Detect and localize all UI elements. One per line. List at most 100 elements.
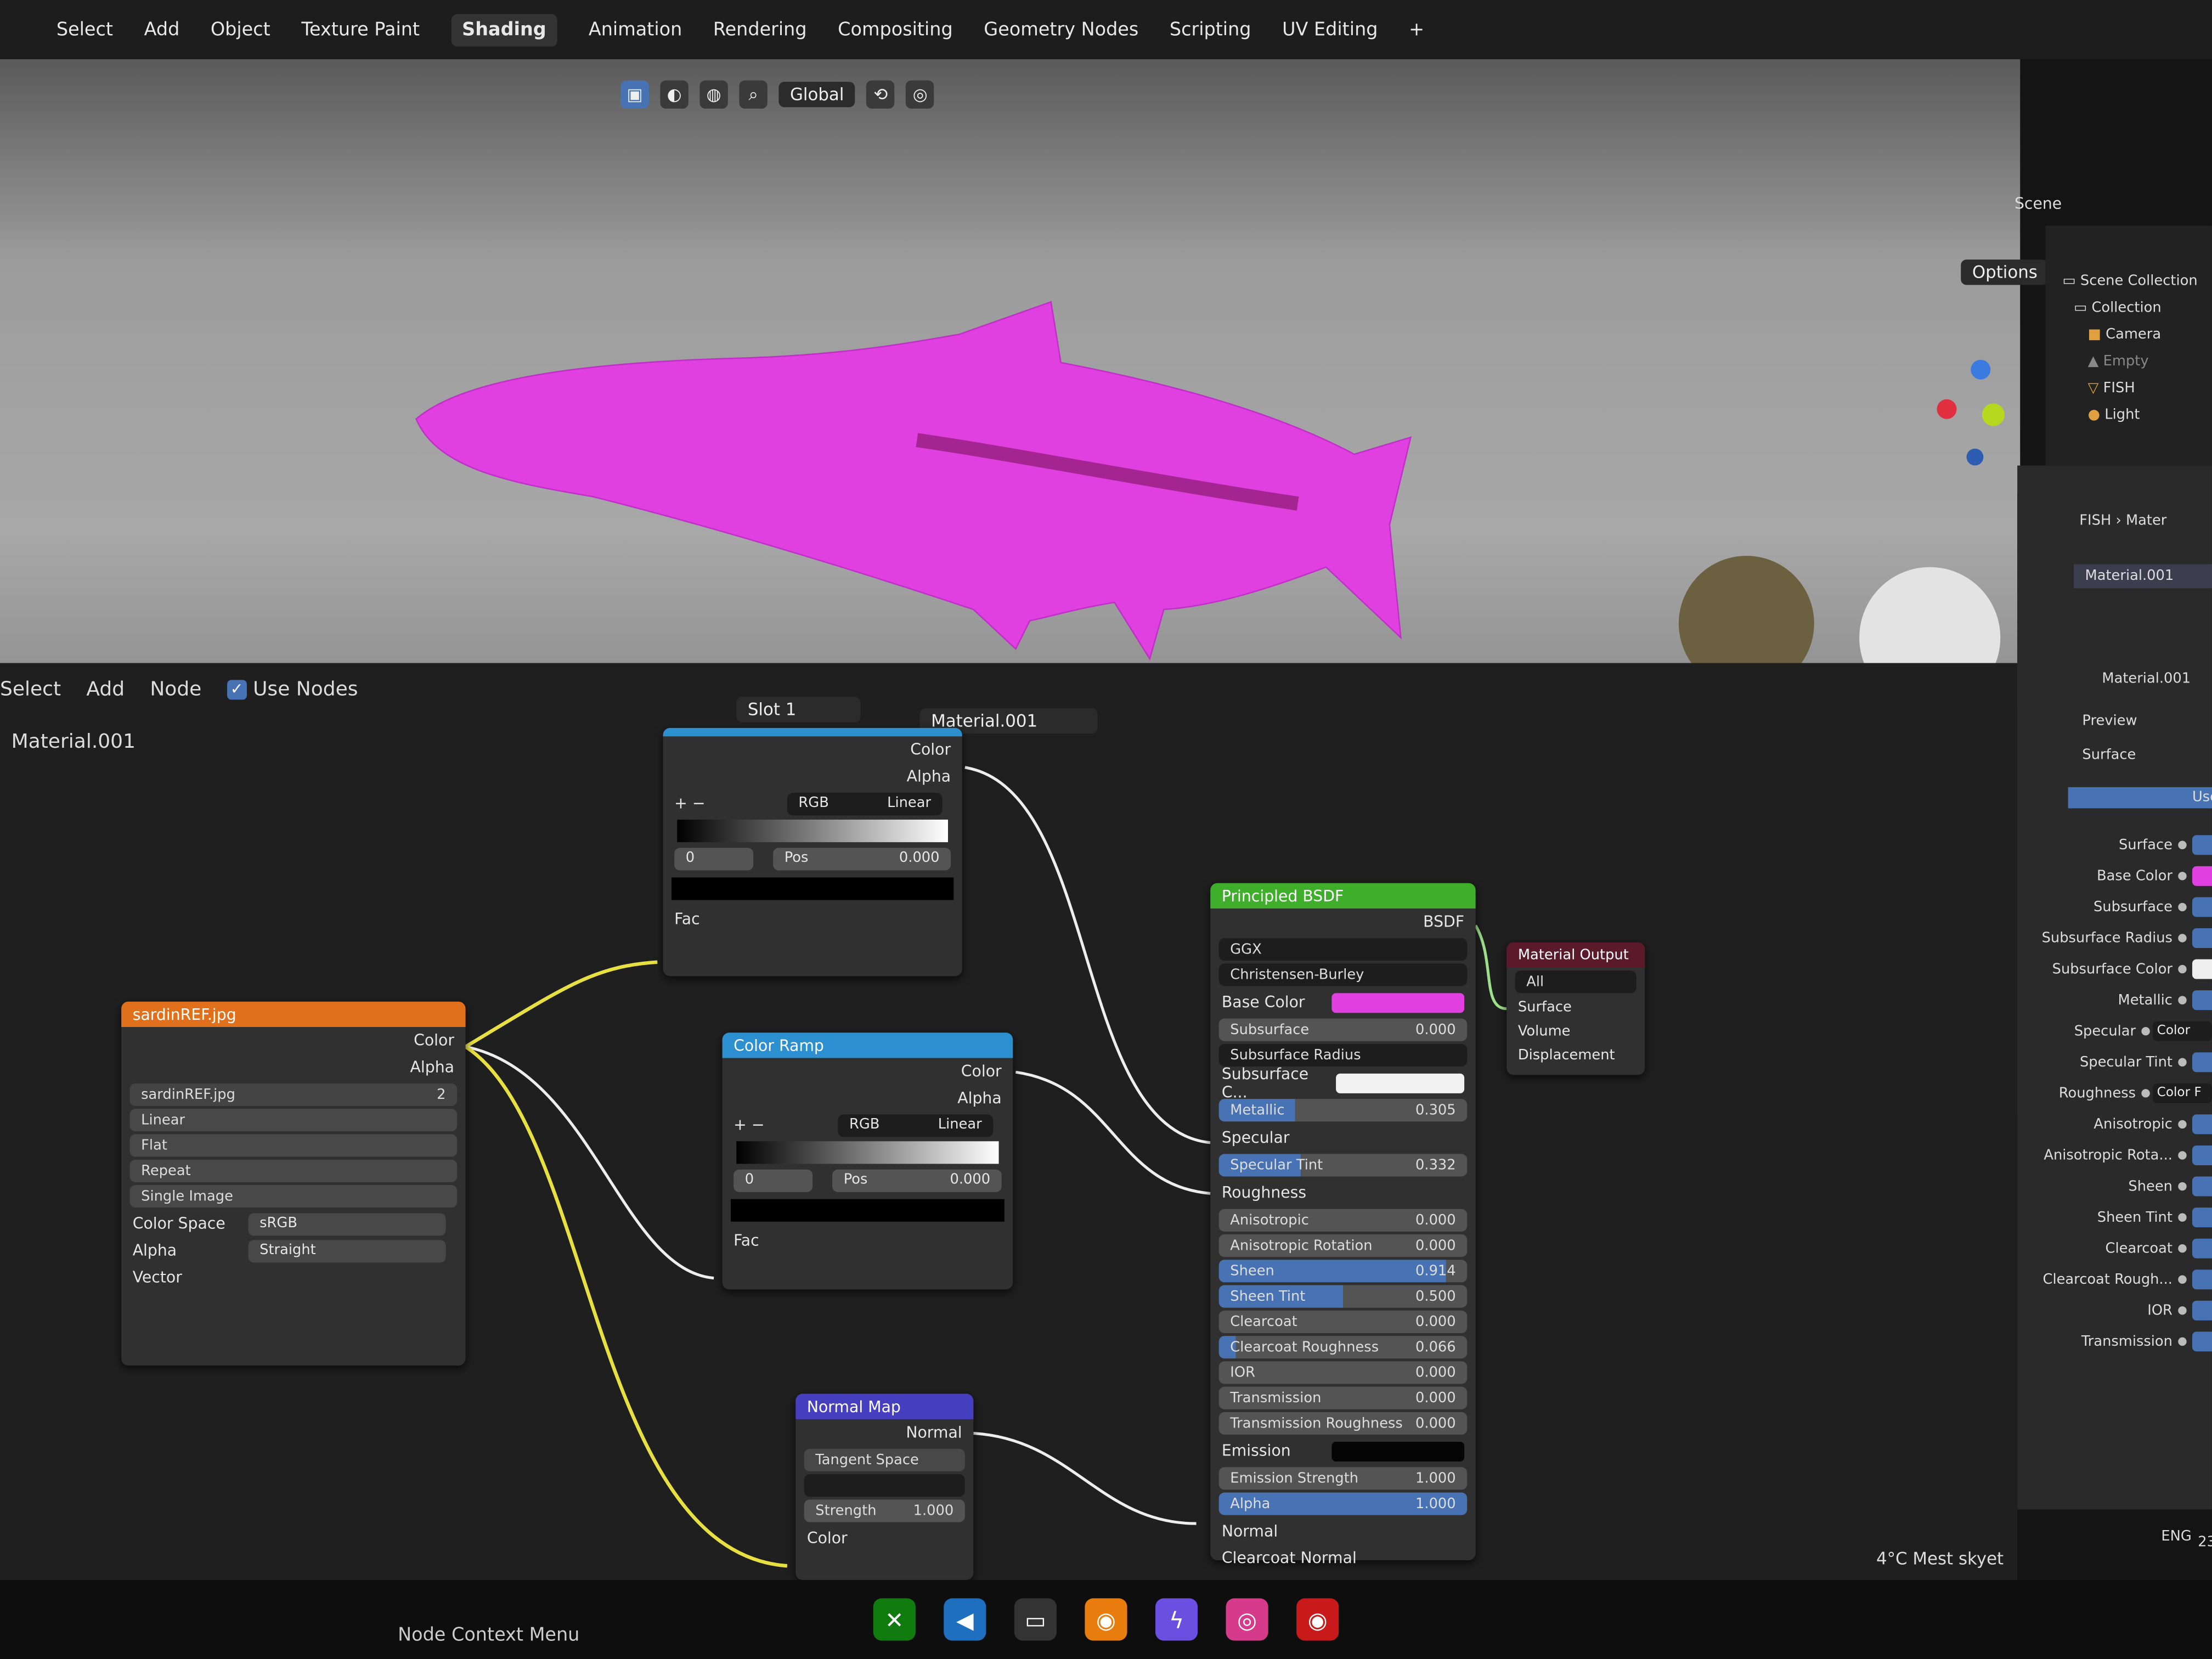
color-mode-dropdown[interactable]: RGB bbox=[849, 1118, 879, 1133]
prop-row-ior[interactable]: IOR bbox=[2017, 1295, 2212, 1327]
color-ramp-node[interactable]: Color Ramp Color Alpha + − RGB Linear 0 Pos… bbox=[722, 1032, 1013, 1290]
outliner-item-camera[interactable]: ■ Camera bbox=[2062, 321, 2212, 348]
prop-row-clearcoat-rough-[interactable]: Clearcoat Rough... bbox=[2017, 1264, 2212, 1295]
prop-link-value[interactable]: Color bbox=[2152, 1021, 2212, 1041]
prop-value[interactable] bbox=[2192, 1176, 2212, 1197]
prop-row-base-color[interactable]: Base Color bbox=[2017, 861, 2212, 892]
strength-value[interactable]: 1.000 bbox=[913, 1503, 954, 1519]
prop-value[interactable] bbox=[2192, 835, 2212, 855]
prop-row-sheen[interactable]: Sheen bbox=[2017, 1171, 2212, 1202]
field-sheen-tint[interactable]: Sheen Tint 0.500 bbox=[1218, 1285, 1468, 1308]
alpha-dropdown[interactable]: Straight bbox=[248, 1239, 446, 1262]
prop-row-clearcoat[interactable]: Clearcoat bbox=[2017, 1233, 2212, 1264]
outliner-item-light[interactable]: ● Light bbox=[2062, 402, 2212, 429]
color-mode-dropdown[interactable]: RGB bbox=[798, 795, 828, 811]
field-anisotropic[interactable]: Anisotropic 0.000 bbox=[1218, 1209, 1468, 1232]
prop-value[interactable] bbox=[2192, 1052, 2212, 1073]
color-ramp-node-top[interactable]: Color Alpha + − RGB Linear 0 Pos 0.000 Fac bbox=[663, 727, 962, 977]
field-clearcoat[interactable]: Clearcoat 0.000 bbox=[1218, 1310, 1468, 1333]
prop-row-specular-tint[interactable]: Specular Tint bbox=[2017, 1047, 2212, 1078]
stop-index[interactable]: 0 bbox=[674, 847, 754, 870]
prop-value[interactable] bbox=[2192, 990, 2212, 1011]
prop-link-value[interactable]: Color F bbox=[2152, 1083, 2212, 1103]
language-indicator[interactable]: ENG bbox=[2161, 1529, 2191, 1544]
outliner-item-scene-collection[interactable]: ▭ Scene Collection bbox=[2062, 268, 2212, 295]
use-nodes-button[interactable]: Use bbox=[2068, 787, 2212, 809]
field-ior[interactable]: IOR 0.000 bbox=[1218, 1361, 1468, 1384]
prop-value[interactable] bbox=[2192, 1300, 2212, 1321]
preview-panel-header[interactable]: Preview bbox=[2082, 714, 2137, 729]
prop-row-anisotropic-rota-[interactable]: Anisotropic Rota... bbox=[2017, 1140, 2212, 1171]
breadcrumb-material[interactable]: Mater bbox=[2126, 514, 2166, 529]
subsurface-method-dropdown[interactable]: Christensen-Burley bbox=[1218, 963, 1468, 986]
material-name-field[interactable]: Material.001 bbox=[2102, 672, 2191, 687]
ramp-gradient[interactable] bbox=[677, 819, 948, 843]
field-transmission-roughness[interactable]: Transmission Roughness 0.000 bbox=[1218, 1412, 1468, 1435]
field-subsurface[interactable]: Subsurface 0.000 bbox=[1218, 1018, 1468, 1041]
blender-active-icon[interactable]: ◉ bbox=[1296, 1598, 1339, 1641]
material-output-node[interactable]: Material Output All Surface Volume Displ… bbox=[1506, 942, 1645, 1075]
prop-value[interactable] bbox=[2192, 866, 2212, 886]
stop-index[interactable]: 0 bbox=[733, 1169, 813, 1192]
extension-dropdown[interactable]: Repeat bbox=[129, 1159, 458, 1182]
prop-row-subsurface-radius[interactable]: Subsurface Radius bbox=[2017, 923, 2212, 954]
prop-value[interactable] bbox=[2192, 959, 2212, 979]
pos-value[interactable]: 0.000 bbox=[950, 1172, 990, 1188]
instagram-icon[interactable]: ◎ bbox=[1226, 1598, 1268, 1641]
field-metallic[interactable]: Metallic 0.305 bbox=[1218, 1099, 1468, 1122]
outliner-item-collection[interactable]: ▭ Collection bbox=[2062, 295, 2212, 321]
surface-panel-header[interactable]: Surface bbox=[2082, 748, 2136, 763]
distribution-dropdown[interactable]: GGX bbox=[1218, 938, 1468, 961]
messenger-icon[interactable]: ϟ bbox=[1155, 1598, 1198, 1641]
prop-value[interactable] bbox=[2192, 1145, 2212, 1165]
interpolation-dropdown[interactable]: Linear bbox=[887, 795, 931, 811]
weather-widget[interactable]: 4°C Mest skyet bbox=[1876, 1549, 2004, 1568]
prop-row-subsurface-color[interactable]: Subsurface Color bbox=[2017, 953, 2212, 985]
prop-value[interactable] bbox=[2192, 1269, 2212, 1290]
add-stop-icon[interactable]: + − bbox=[733, 1116, 764, 1134]
pos-value[interactable]: 0.000 bbox=[899, 851, 940, 866]
projection-dropdown[interactable]: Flat bbox=[129, 1134, 458, 1157]
stop-color[interactable] bbox=[671, 877, 954, 900]
color-space-dropdown[interactable]: sRGB bbox=[248, 1212, 446, 1235]
image-texture-node[interactable]: sardinREF.jpg Color Alpha sardinREF.jpg 2… bbox=[121, 1001, 466, 1366]
add-stop-icon[interactable]: + − bbox=[674, 794, 705, 812]
normal-map-node[interactable]: Normal Map Normal Tangent Space Strength… bbox=[795, 1393, 974, 1580]
principled-bsdf-node[interactable]: Principled BSDF BSDF GGX Christensen-Bur… bbox=[1210, 883, 1476, 1567]
image-name-field[interactable]: sardinREF.jpg bbox=[141, 1087, 235, 1102]
field-anisotropic-rotation[interactable]: Anisotropic Rotation 0.000 bbox=[1218, 1234, 1468, 1257]
prop-value[interactable] bbox=[2192, 1238, 2212, 1259]
field-specular-tint[interactable]: Specular Tint 0.332 bbox=[1218, 1154, 1468, 1177]
prop-value[interactable] bbox=[2192, 1114, 2212, 1135]
emission-swatch[interactable] bbox=[1331, 1441, 1465, 1461]
prop-row-subsurface[interactable]: Subsurface bbox=[2017, 891, 2212, 923]
terminal-icon[interactable]: ▭ bbox=[1014, 1598, 1057, 1641]
subsurface-color-swatch[interactable] bbox=[1335, 1073, 1465, 1093]
prop-row-surface[interactable]: Surface bbox=[2017, 830, 2212, 861]
prop-row-metallic[interactable]: Metallic bbox=[2017, 985, 2212, 1016]
emission-strength-value[interactable]: 1.000 bbox=[1415, 1471, 1456, 1486]
material-slot[interactable]: Material.001 bbox=[2073, 564, 2212, 589]
field-sheen[interactable]: Sheen 0.914 bbox=[1218, 1260, 1468, 1283]
field-clearcoat-roughness[interactable]: Clearcoat Roughness 0.066 bbox=[1218, 1336, 1468, 1359]
target-dropdown[interactable]: All bbox=[1515, 970, 1637, 994]
prop-row-anisotropic[interactable]: Anisotropic bbox=[2017, 1109, 2212, 1140]
blender-icon[interactable]: ◉ bbox=[1085, 1598, 1127, 1641]
prop-value[interactable] bbox=[2192, 928, 2212, 948]
space-dropdown[interactable]: Tangent Space bbox=[804, 1448, 965, 1471]
prop-row-sheen-tint[interactable]: Sheen Tint bbox=[2017, 1202, 2212, 1233]
ramp-gradient[interactable] bbox=[736, 1141, 999, 1164]
xbox-icon[interactable]: ✕ bbox=[873, 1598, 916, 1641]
prop-value[interactable] bbox=[2192, 1331, 2212, 1352]
source-dropdown[interactable]: Single Image bbox=[129, 1184, 458, 1208]
prop-row-specular[interactable]: Specular Color bbox=[2017, 1015, 2212, 1047]
outliner-item-fish[interactable]: ▽ FISH bbox=[2062, 375, 2212, 402]
interpolation-dropdown[interactable]: Linear bbox=[938, 1118, 982, 1133]
breadcrumb-object[interactable]: FISH bbox=[2079, 514, 2111, 529]
stop-color[interactable] bbox=[730, 1199, 1005, 1222]
subsurface-radius-dropdown[interactable]: Subsurface Radius bbox=[1218, 1043, 1468, 1066]
prop-row-transmission[interactable]: Transmission bbox=[2017, 1326, 2212, 1357]
vscode-icon[interactable]: ◀ bbox=[944, 1598, 986, 1641]
scene-selector[interactable]: Scene bbox=[2015, 195, 2062, 213]
uv-map-field[interactable] bbox=[804, 1474, 965, 1497]
